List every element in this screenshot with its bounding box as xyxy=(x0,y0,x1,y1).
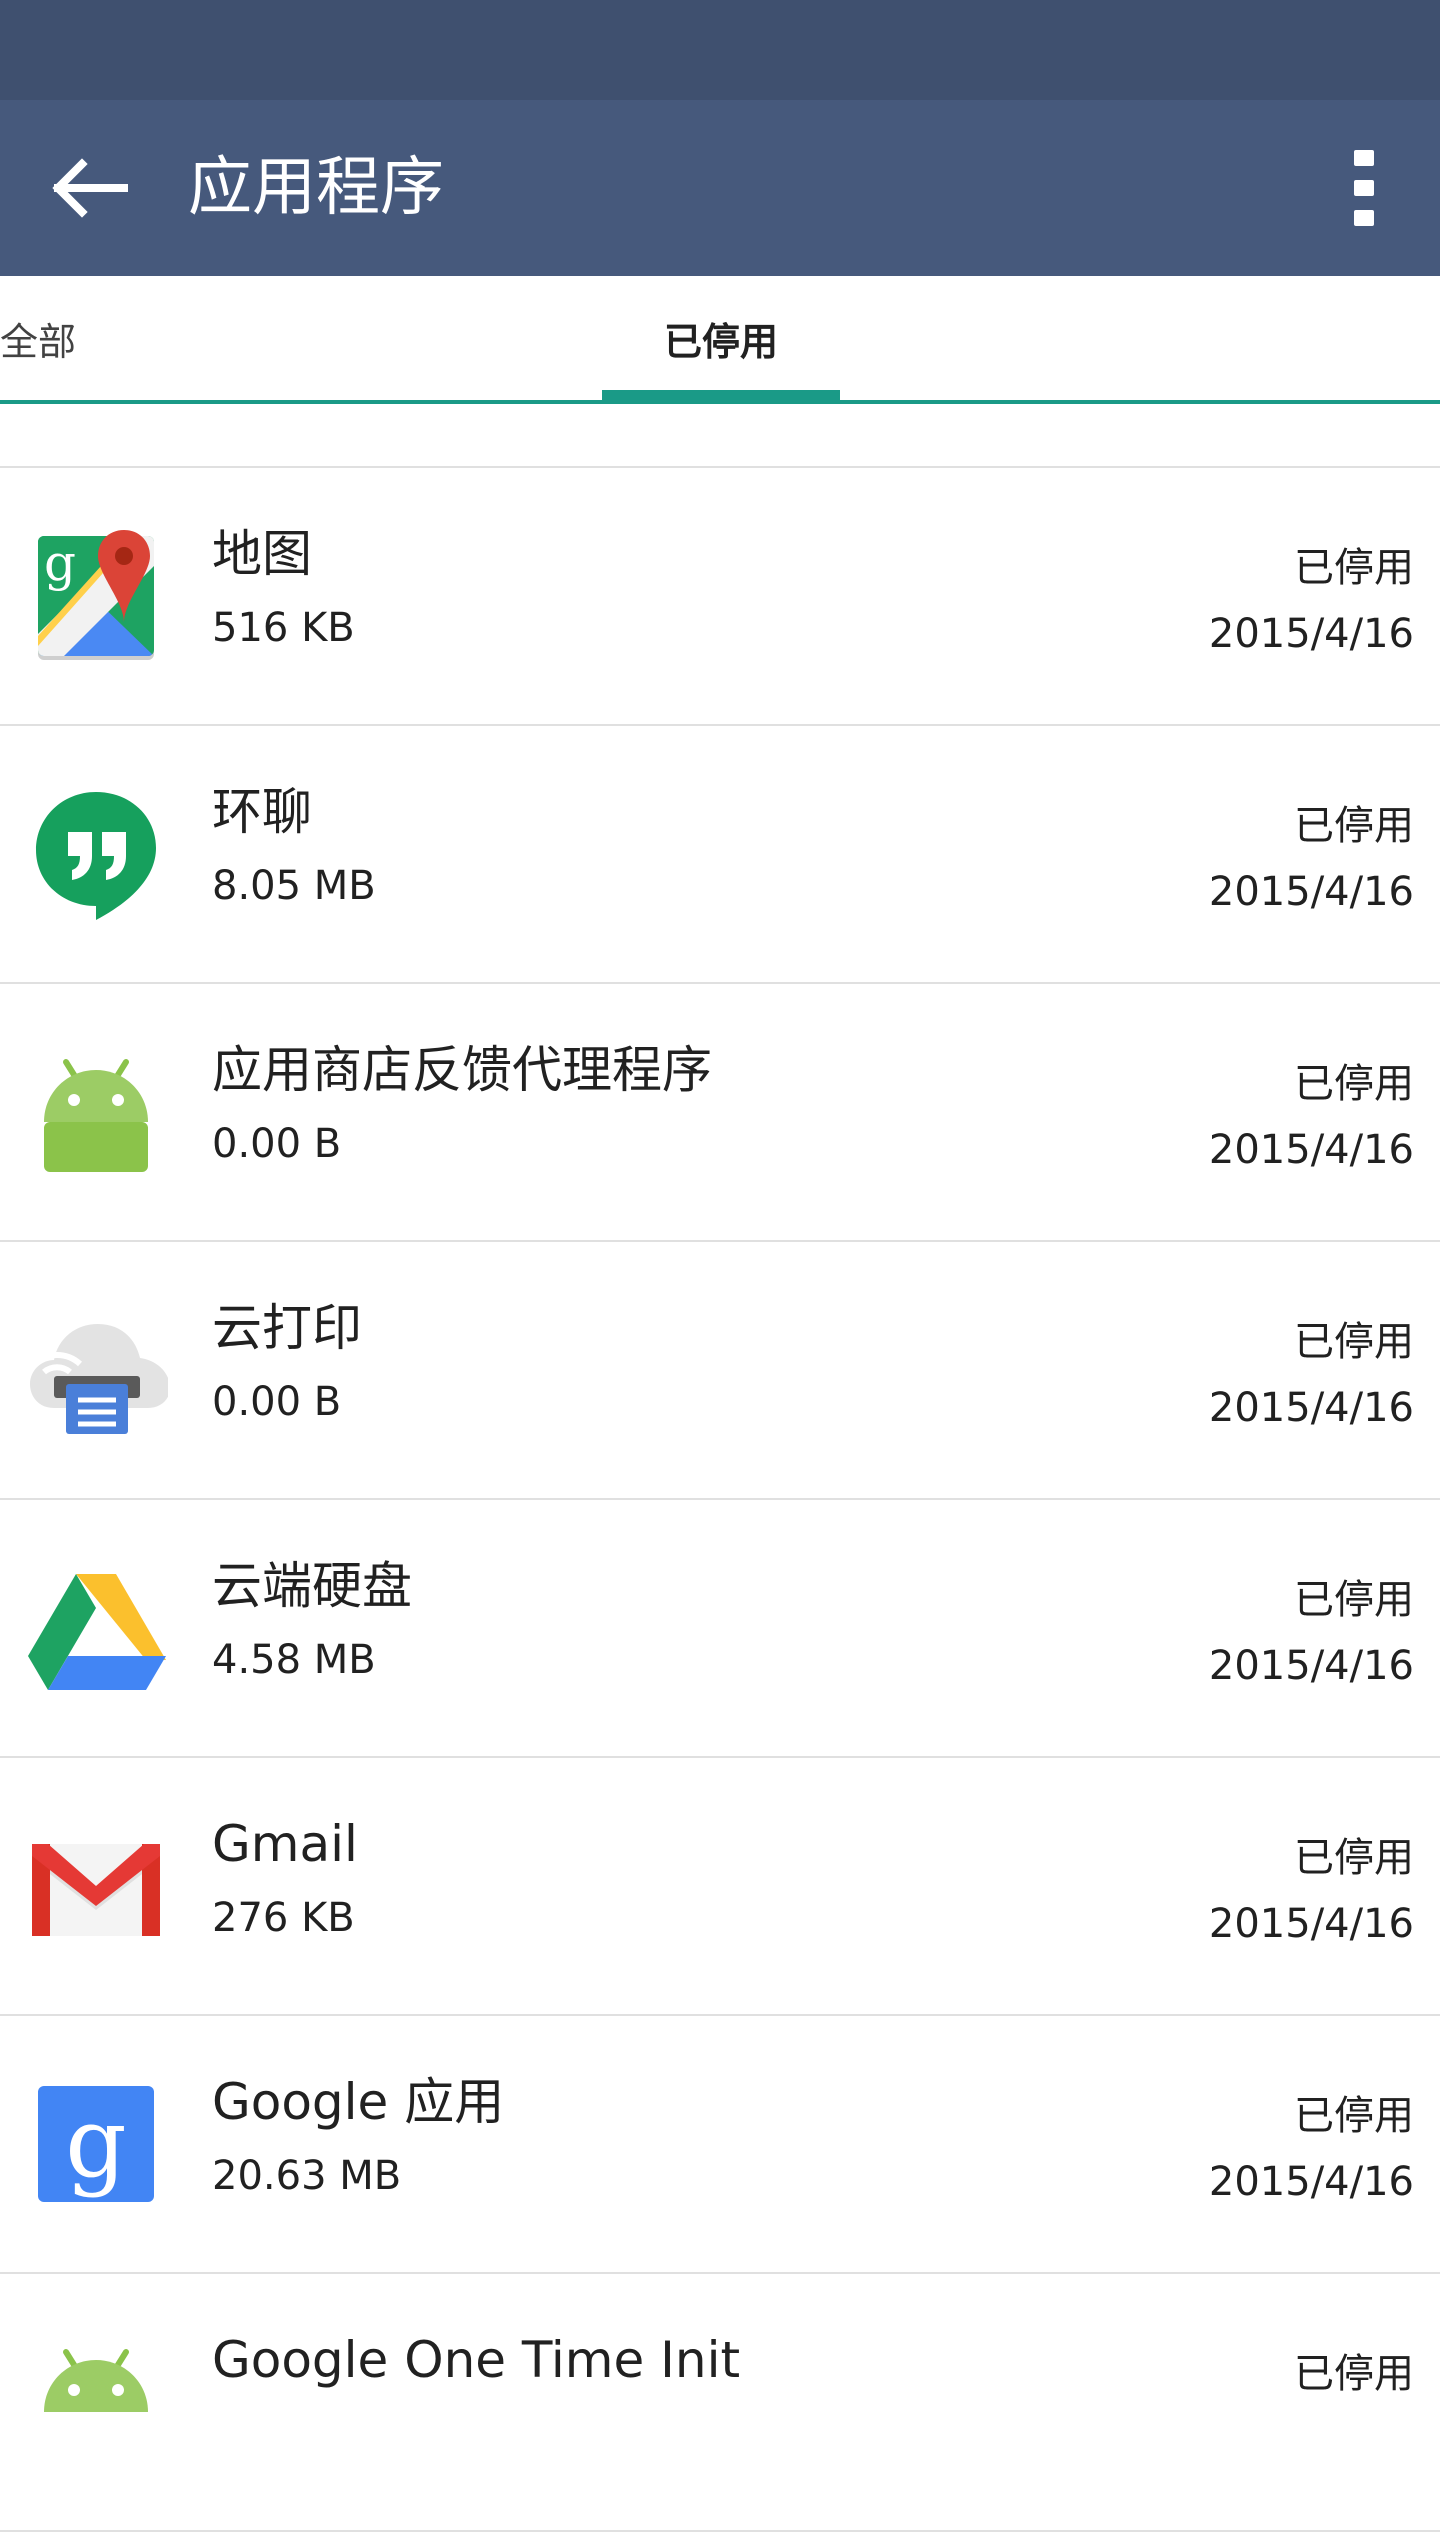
app-size: 0.00 B xyxy=(212,1379,342,1425)
list-item[interactable]: g 地图 516 KB 已停用 2015/4/16 xyxy=(0,468,1440,726)
app-date: 2015/4/16 xyxy=(1208,1643,1414,1689)
more-vert-icon xyxy=(1354,150,1374,226)
app-status: 已停用 xyxy=(1294,803,1414,849)
app-name: 云打印 xyxy=(212,1299,362,1357)
app-size: 8.05 MB xyxy=(212,863,376,909)
google-search-icon: g xyxy=(24,2072,168,2216)
list-item[interactable]: 云打印 0.00 B 已停用 2015/4/16 xyxy=(0,1242,1440,1500)
app-status: 已停用 xyxy=(1294,545,1414,591)
app-status: 已停用 xyxy=(1294,1577,1414,1623)
app-status: 已停用 xyxy=(1294,1319,1414,1365)
gmail-icon xyxy=(24,1814,168,1958)
app-date: 2015/4/16 xyxy=(1208,2159,1414,2205)
overflow-menu-button[interactable] xyxy=(1324,140,1404,236)
app-name: Google 应用 xyxy=(212,2073,505,2131)
app-status: 已停用 xyxy=(1294,2093,1414,2139)
app-toolbar: 应用程序 xyxy=(0,100,1440,276)
app-list: g 地图 516 KB 已停用 2015/4/16 环聊 8.05 MB 已停用… xyxy=(0,466,1440,2532)
svg-text:g: g xyxy=(44,534,76,592)
app-date: 2015/4/16 xyxy=(1208,1901,1414,1947)
page-title: 应用程序 xyxy=(188,151,444,225)
tab-bar: 全部 已停用 xyxy=(0,276,1440,404)
list-item[interactable]: 应用商店反馈代理程序 0.00 B 已停用 2015/4/16 xyxy=(0,984,1440,1242)
app-status: 已停用 xyxy=(1294,1835,1414,1881)
list-item[interactable]: Google One Time Init 已停用 xyxy=(0,2274,1440,2532)
list-item[interactable]: Gmail 276 KB 已停用 2015/4/16 xyxy=(0,1758,1440,2016)
app-name: 应用商店反馈代理程序 xyxy=(212,1041,712,1099)
tab-disabled[interactable]: 已停用 xyxy=(602,276,840,400)
app-name: 地图 xyxy=(212,525,312,583)
status-bar xyxy=(0,0,1440,100)
app-date: 2015/4/16 xyxy=(1208,611,1414,657)
app-size: 20.63 MB xyxy=(212,2153,402,2199)
app-status: 已停用 xyxy=(1294,1061,1414,1107)
app-name: Google One Time Init xyxy=(212,2331,741,2389)
app-name: Gmail xyxy=(212,1815,358,1873)
hangouts-icon xyxy=(24,782,168,926)
tab-all[interactable]: 全部 xyxy=(0,276,76,400)
app-size: 516 KB xyxy=(212,605,355,651)
app-size: 4.58 MB xyxy=(212,1637,376,1683)
app-size: 276 KB xyxy=(212,1895,355,1941)
android-icon xyxy=(24,2330,168,2474)
google-drive-icon xyxy=(24,1556,168,1700)
cloud-print-icon xyxy=(24,1298,168,1442)
app-size: 0.00 B xyxy=(212,1121,342,1167)
svg-text:g: g xyxy=(65,2087,126,2199)
app-date: 2015/4/16 xyxy=(1208,869,1414,915)
app-date: 2015/4/16 xyxy=(1208,1385,1414,1431)
google-maps-icon: g xyxy=(24,524,168,668)
app-name: 环聊 xyxy=(212,783,312,841)
back-button[interactable] xyxy=(36,140,140,236)
app-date: 2015/4/16 xyxy=(1208,1127,1414,1173)
tab-indicator xyxy=(602,390,840,402)
arrow-left-icon xyxy=(52,158,128,218)
list-item[interactable]: 云端硬盘 4.58 MB 已停用 2015/4/16 xyxy=(0,1500,1440,1758)
app-name: 云端硬盘 xyxy=(212,1557,412,1615)
list-item[interactable]: g Google 应用 20.63 MB 已停用 2015/4/16 xyxy=(0,2016,1440,2274)
list-item[interactable]: 环聊 8.05 MB 已停用 2015/4/16 xyxy=(0,726,1440,984)
app-status: 已停用 xyxy=(1294,2351,1414,2397)
android-icon xyxy=(24,1040,168,1184)
